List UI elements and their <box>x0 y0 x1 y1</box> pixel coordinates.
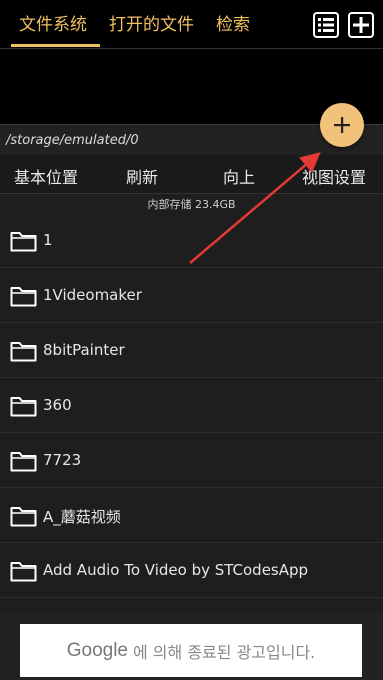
folder-icon <box>10 452 37 472</box>
ad-banner[interactable]: Google 에 의해 종료된 광고입니다. <box>20 624 362 677</box>
list-menu-icon[interactable] <box>313 12 339 38</box>
home-location-button[interactable]: 基本位置 <box>14 164 78 188</box>
up-button[interactable]: 向上 <box>223 164 255 188</box>
list-item[interactable]: 7723 <box>0 433 383 488</box>
folder-name: Add Audio To Video by STCodesApp <box>43 561 309 579</box>
view-settings-button[interactable]: 视图设置 <box>302 164 366 188</box>
folder-name: 7723 <box>43 451 82 469</box>
current-path: /storage/emulated/0 <box>6 133 139 148</box>
folder-icon <box>10 562 37 582</box>
ad-message: 에 의해 종료된 광고입니다. <box>133 642 316 662</box>
folder-icon <box>10 397 37 417</box>
list-item[interactable]: 360 <box>0 378 383 433</box>
folder-icon <box>10 342 37 362</box>
list-item[interactable]: A_蘑菇视频 <box>0 488 383 543</box>
folder-name: 8bitPainter <box>43 341 125 359</box>
list-item[interactable]: 1Videomaker <box>0 268 383 323</box>
tab-open-files[interactable]: 打开的文件 <box>109 14 194 36</box>
add-tab-icon[interactable] <box>348 12 374 38</box>
plus-icon <box>334 117 350 133</box>
storage-info: 内部存储 23.4GB <box>147 198 236 211</box>
folder-icon <box>10 507 37 527</box>
top-tab-bar: 文件系统 打开的文件 检索 <box>0 0 383 49</box>
folder-name: A_蘑菇视频 <box>43 508 121 526</box>
tab-file-system[interactable]: 文件系统 <box>19 14 87 36</box>
folder-icon <box>10 232 37 252</box>
list-item[interactable]: Add Audio To Video by STCodesApp <box>0 543 383 598</box>
folder-icon <box>10 287 37 307</box>
folder-name: 1 <box>43 231 53 249</box>
folder-list: 1 1Videomaker 8bitPainter 360 7723 A_蘑菇视… <box>0 213 383 598</box>
folder-name: 360 <box>43 396 72 414</box>
add-fab-button[interactable] <box>320 103 364 147</box>
ad-brand: Google <box>66 639 128 661</box>
tab-search[interactable]: 检索 <box>216 14 250 36</box>
folder-name: 1Videomaker <box>43 286 142 304</box>
list-item[interactable]: 8bitPainter <box>0 323 383 378</box>
active-tab-indicator <box>11 44 100 47</box>
action-toolbar: 基本位置 刷新 向上 视图设置 <box>0 155 383 194</box>
list-item[interactable]: 1 <box>0 213 383 268</box>
refresh-button[interactable]: 刷新 <box>126 164 158 188</box>
